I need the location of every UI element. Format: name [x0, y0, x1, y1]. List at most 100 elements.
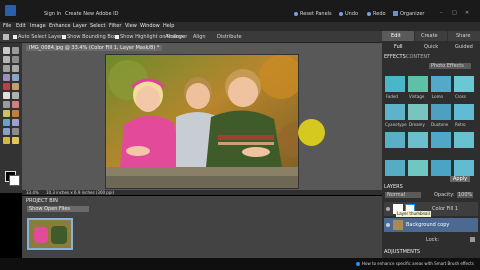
minimize-button[interactable]: – [440, 10, 443, 16]
effect-thumb[interactable] [408, 76, 428, 92]
tab-edit-label: Edit [391, 33, 401, 39]
opacity-value[interactable]: 100% [457, 192, 474, 198]
effect-thumb[interactable] [385, 76, 405, 92]
undo-button[interactable]: Undo [345, 11, 358, 17]
reset-panels-button[interactable]: Reset Panels [300, 11, 332, 17]
auto-select-checkbox[interactable] [13, 35, 17, 39]
document-status-bar: 33.4% 10.3 inches x 6.9 inches (300 ppi) [22, 190, 382, 195]
effect-thumb[interactable] [385, 132, 405, 148]
effect-thumb[interactable] [408, 160, 428, 176]
brush-tool[interactable] [3, 110, 10, 117]
options-bar: Auto Select Layer Show Bounding Box Show… [0, 31, 382, 43]
highlight-checkbox[interactable] [115, 35, 119, 39]
subtab-guided[interactable]: Guided [455, 44, 473, 50]
spot-healing-tool[interactable] [12, 83, 19, 90]
tab-create[interactable]: Create [415, 31, 447, 41]
menu-window[interactable]: Window [140, 23, 160, 29]
menu-view[interactable]: View [125, 23, 137, 29]
effect-thumb[interactable] [385, 160, 405, 176]
eye-icon[interactable] [386, 223, 390, 227]
effect-thumb[interactable] [454, 104, 474, 120]
paint-bucket-tool[interactable] [3, 119, 10, 126]
tab-edit[interactable]: Edit [382, 31, 414, 41]
marquee-tool[interactable] [3, 65, 10, 72]
bounding-box-checkbox[interactable] [62, 35, 66, 39]
effect-thumb[interactable] [454, 160, 474, 176]
trash-icon[interactable] [470, 237, 475, 242]
maximize-button[interactable]: □ [452, 10, 457, 16]
effect-label: Duotone [431, 122, 449, 127]
effect-thumb[interactable] [408, 104, 428, 120]
zoom-tool[interactable] [12, 47, 19, 54]
create-adobe-id-link[interactable]: Create New Adobe ID [65, 11, 118, 17]
document-tab[interactable]: IMG_0084.jpg @ 33.4% (Color Fill 1, Laye… [26, 45, 163, 51]
effect-thumb[interactable] [385, 104, 405, 120]
subtab-full[interactable]: Full [394, 44, 403, 50]
zoom-readout[interactable]: 33.4% [26, 190, 39, 195]
menu-filter[interactable]: Filter [109, 23, 121, 29]
organizer-button[interactable]: Organizer [400, 11, 424, 17]
close-icon[interactable]: ✕ [465, 10, 469, 16]
menu-edit[interactable]: Edit [16, 23, 26, 29]
status-bar: How to enhance specific areas with Smart… [0, 258, 480, 270]
eraser-tool[interactable] [12, 101, 19, 108]
opacity-label: Opacity: [434, 192, 455, 198]
effect-thumb[interactable] [431, 76, 451, 92]
arrange-dropdown[interactable]: Arrange [165, 34, 185, 40]
menu-layer[interactable]: Layer [73, 23, 87, 29]
shape-tool[interactable] [3, 128, 10, 135]
blur-tool[interactable] [12, 128, 19, 135]
menu-file[interactable]: File [3, 23, 11, 29]
menu-enhance[interactable]: Enhance [49, 23, 71, 29]
effect-thumb[interactable] [431, 160, 451, 176]
type-tool[interactable] [3, 92, 10, 99]
sign-in-link[interactable]: Sign In [44, 11, 61, 17]
redo-button[interactable]: Redo [373, 11, 386, 17]
gradient-tool[interactable] [12, 119, 19, 126]
effect-thumb[interactable] [408, 132, 428, 148]
lock-label: Lock: [426, 237, 440, 243]
effects-title: EFFECTS [384, 54, 406, 60]
layer-thumbnail-tooltip: Layer thumbnail [396, 211, 431, 217]
sponge-tool[interactable] [3, 137, 10, 144]
effect-thumb[interactable] [431, 132, 451, 148]
effect-label: Dreamy [409, 122, 425, 127]
menu-image[interactable]: Image [30, 23, 46, 29]
crop-tool[interactable] [12, 92, 19, 99]
layer-thumbnail[interactable] [393, 220, 403, 230]
project-bin-source-dropdown[interactable]: Show Open Files [27, 206, 89, 212]
subtab-quick[interactable]: Quick [424, 44, 438, 50]
project-bin-thumbnail[interactable] [27, 218, 73, 250]
red-eye-tool[interactable] [3, 83, 10, 90]
apply-button[interactable]: Apply [450, 176, 471, 182]
layer-row[interactable]: Background copy [384, 218, 478, 232]
clone-stamp-tool[interactable] [3, 101, 10, 108]
eye-icon[interactable] [386, 207, 390, 211]
magic-wand-tool[interactable] [3, 74, 10, 81]
status-text[interactable]: How to enhance specific areas with Smart… [362, 261, 474, 266]
document-size: 10.3 inches x 6.9 inches (300 ppi) [46, 190, 115, 195]
align-dropdown[interactable]: Align [193, 34, 206, 40]
smart-brush-tool[interactable] [12, 110, 19, 117]
hand-tool[interactable] [3, 56, 10, 63]
effect-thumb[interactable] [454, 132, 474, 148]
effects-category-dropdown[interactable]: Photo Effects [429, 63, 471, 69]
move-tool[interactable] [3, 47, 10, 54]
eyedropper-tool[interactable] [12, 56, 19, 63]
background-color-swatch[interactable] [9, 175, 20, 186]
bounding-box-label: Show Bounding Box [67, 34, 117, 40]
document-canvas[interactable]: IMG_0084.jpg @ 33.4% (Color Fill 1, Laye… [22, 43, 382, 190]
effect-thumb[interactable] [454, 76, 474, 92]
distribute-dropdown[interactable]: Distribute [217, 34, 242, 40]
pencil-tool[interactable] [12, 137, 19, 144]
menu-help[interactable]: Help [163, 23, 174, 29]
effect-thumb[interactable] [431, 104, 451, 120]
blend-mode-dropdown[interactable]: Normal [385, 192, 421, 198]
tab-share[interactable]: Share [448, 31, 480, 41]
menu-select[interactable]: Select [90, 23, 105, 29]
lasso-tool[interactable] [12, 65, 19, 72]
quick-selection-tool[interactable] [12, 74, 19, 81]
photo[interactable] [105, 54, 299, 189]
toolbox [0, 43, 22, 193]
layers-title: LAYERS [384, 184, 403, 190]
